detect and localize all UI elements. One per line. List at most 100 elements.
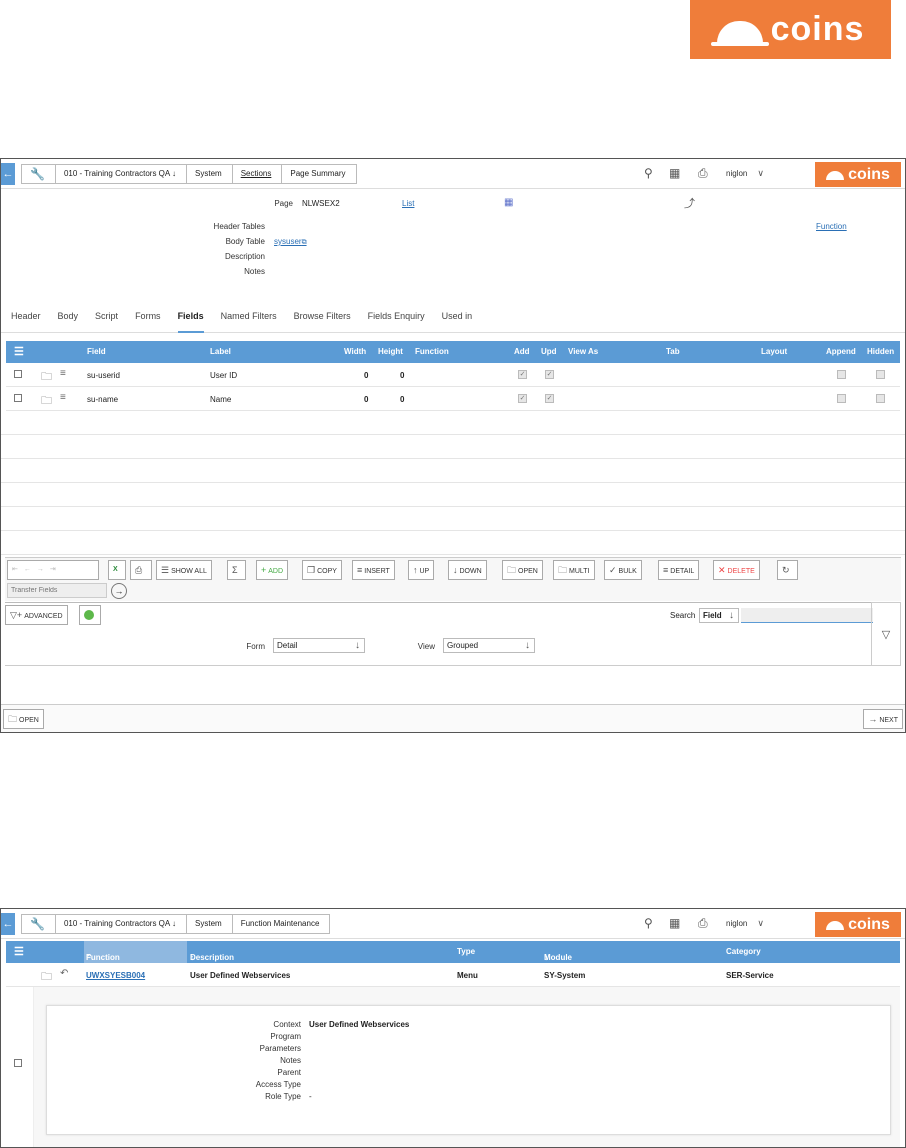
search-icon[interactable]: ⚲ [644, 916, 653, 930]
menu-icon[interactable]: ☰ [14, 345, 24, 358]
col-append[interactable]: Append [826, 347, 856, 356]
add-button[interactable]: + ADD [256, 560, 289, 580]
col-category[interactable]: Category [726, 947, 761, 956]
row-checkbox[interactable] [14, 1059, 22, 1067]
col-layout[interactable]: Layout [761, 347, 787, 356]
breadcrumb-function-maintenance[interactable]: Function Maintenance [231, 914, 331, 934]
edit-link-icon[interactable]: ⤴ [684, 195, 695, 211]
col-hidden[interactable]: Hidden [867, 347, 894, 356]
tab-named-filters[interactable]: Named Filters [221, 299, 277, 333]
col-width[interactable]: Width [344, 347, 366, 356]
menu-icon[interactable]: ☰ [14, 945, 24, 958]
breadcrumb-sections[interactable]: Sections [231, 164, 283, 184]
printer-icon[interactable]: ⎙ [698, 166, 708, 181]
col-add[interactable]: Add [514, 347, 530, 356]
add-checkbox: ✓ [518, 394, 527, 403]
breadcrumb-page-summary[interactable]: Page Summary [281, 164, 357, 184]
apps-grid-icon[interactable]: ▦ [669, 166, 680, 180]
table-row[interactable]: 🗀 ↶ UWXSYESB004 User Defined Webservices… [6, 963, 900, 987]
logo-text: coins [770, 10, 865, 48]
detail-search-icon[interactable]: ≡ [60, 392, 66, 403]
apps-grid-icon[interactable]: ▦ [669, 916, 680, 930]
up-button[interactable]: ↑ UP [408, 560, 435, 580]
tab-body[interactable]: Body [58, 299, 79, 333]
list-link[interactable]: List [402, 199, 414, 208]
table-row[interactable]: 🗀 ≡ su-userid User ID 0 0 ✓ ✓ [6, 363, 900, 387]
cell-label: User ID [210, 371, 238, 380]
multi-button[interactable]: 🗀 MULTI [553, 560, 595, 580]
status-button[interactable] [79, 605, 101, 625]
breadcrumb-system[interactable]: System [186, 914, 233, 934]
next-button[interactable]: → NEXT [863, 709, 903, 729]
sigma-icon: Σ [232, 565, 238, 575]
down-button[interactable]: ↓ DOWN [448, 560, 487, 580]
add-checkbox: ✓ [518, 370, 527, 379]
col-view-as[interactable]: View As [568, 347, 598, 356]
go-arrow-icon[interactable]: → [111, 583, 127, 599]
refresh-button[interactable]: ↻ [777, 560, 798, 580]
undo-icon[interactable]: ↶ [60, 968, 68, 979]
col-label[interactable]: Label [210, 347, 231, 356]
cell-function[interactable]: UWXSYESB004 [86, 971, 145, 980]
wrench-button[interactable]: 🔧 [21, 164, 56, 184]
col-function[interactable]: Function [415, 347, 449, 356]
row-checkbox[interactable] [14, 370, 22, 378]
tab-forms[interactable]: Forms [135, 299, 161, 333]
breadcrumb-system[interactable]: System [186, 164, 233, 184]
col-height[interactable]: Height [378, 347, 403, 356]
open-bottom-button[interactable]: 🗀 OPEN [3, 709, 44, 729]
access-type-label: Access Type [255, 1080, 301, 1089]
breadcrumb-company[interactable]: 010 - Training Contractors QA ↓ [54, 914, 188, 934]
chevron-down-icon: ↓ [729, 610, 734, 621]
filter-funnel-icon[interactable]: ▽ [871, 602, 901, 666]
detail-button[interactable]: ≡ DETAIL [658, 560, 700, 580]
detail-search-icon[interactable]: ≡ [60, 368, 66, 379]
printer-icon[interactable]: ⎙ [698, 916, 708, 931]
folder-icon[interactable]: 🗀 [41, 368, 52, 387]
tab-header[interactable]: Header [11, 299, 41, 333]
search-field-select[interactable]: Field ↓ [699, 608, 739, 623]
tab-used-in[interactable]: Used in [442, 299, 473, 333]
bulk-button[interactable]: ✓ BULK [604, 560, 642, 580]
tab-fields-enquiry[interactable]: Fields Enquiry [368, 299, 425, 333]
cell-module: SY-System [544, 971, 586, 980]
col-upd[interactable]: Upd [541, 347, 557, 356]
program-label: Program [270, 1032, 301, 1041]
user-menu[interactable]: niglon ∨ [726, 918, 764, 929]
advanced-button[interactable]: ▽+ ADVANCED [5, 605, 68, 625]
search-input[interactable] [741, 608, 873, 623]
search-icon[interactable]: ⚲ [644, 166, 653, 180]
form-select[interactable]: Detail ↓ [273, 638, 365, 653]
view-select[interactable]: Grouped ↓ [443, 638, 535, 653]
pager-buttons[interactable]: ⇤←→⇥ [7, 560, 99, 580]
tab-browse-filters[interactable]: Browse Filters [294, 299, 351, 333]
function-link[interactable]: Function [816, 222, 847, 231]
show-all-button[interactable]: ☰ SHOW ALL [156, 560, 212, 580]
breadcrumb-company[interactable]: 010 - Training Contractors QA ↓ [54, 164, 188, 184]
grid-icon[interactable]: ▦ [504, 197, 513, 208]
sort-up-icon: ⌃ [86, 953, 93, 962]
excel-icon[interactable]: X [108, 560, 126, 580]
print-button[interactable]: ⎙ [130, 560, 152, 580]
delete-button[interactable]: ✕ DELETE [713, 560, 760, 580]
col-tab[interactable]: Tab [666, 347, 680, 356]
sum-button[interactable]: Σ [227, 560, 246, 580]
insert-button[interactable]: ≡ INSERT [352, 560, 395, 580]
back-button[interactable]: ← [1, 913, 15, 935]
folder-icon[interactable]: 🗀 [41, 392, 52, 411]
table-row[interactable]: 🗀 ≡ su-name Name 0 0 ✓ ✓ [6, 387, 900, 411]
row-checkbox[interactable] [14, 394, 22, 402]
wrench-button[interactable]: 🔧 [21, 914, 56, 934]
transfer-fields-input[interactable] [7, 583, 107, 598]
open-button[interactable]: 🗀 OPEN [502, 560, 543, 580]
back-button[interactable]: ← [1, 163, 15, 185]
user-menu[interactable]: niglon ∨ [726, 168, 764, 179]
tab-script[interactable]: Script [95, 299, 118, 333]
tab-fields[interactable]: Fields [177, 299, 204, 333]
copy-button[interactable]: ❐ COPY [302, 560, 342, 580]
col-type[interactable]: Type [457, 947, 475, 956]
upd-checkbox: ✓ [545, 394, 554, 403]
folder-icon[interactable]: 🗀 [41, 968, 52, 987]
col-field[interactable]: Field [87, 347, 106, 356]
body-table-link[interactable]: sysuser⧉ [274, 237, 307, 247]
